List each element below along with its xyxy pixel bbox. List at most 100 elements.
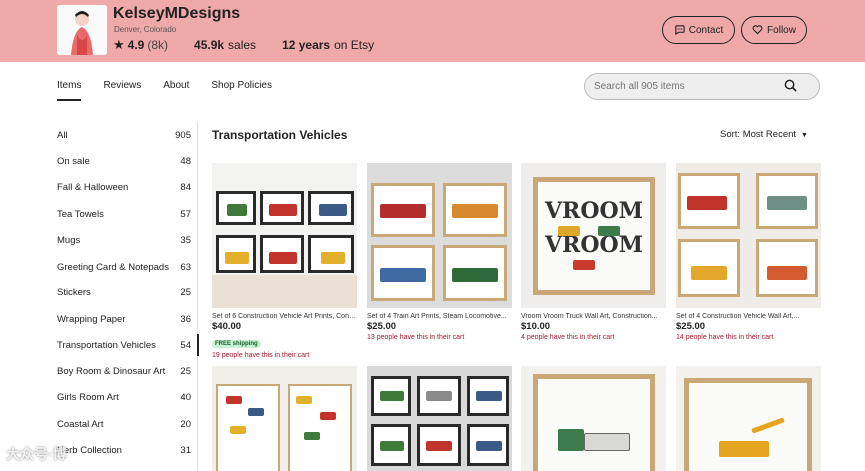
sidebar-item-label: Girls Room Art: [57, 391, 119, 403]
sidebar-item-label: Tea Towels: [57, 208, 104, 220]
sidebar-item-label: Coastal Art: [57, 418, 104, 430]
tab-shop-policies[interactable]: Shop Policies: [211, 80, 272, 101]
sidebar-item-herb-collection[interactable]: Herb Collection 31: [57, 441, 191, 459]
sidebar-item-label: Transportation Vehicles: [57, 339, 156, 351]
listing-card[interactable]: Set of 6 Construction Vehicle Art Prints…: [212, 163, 357, 359]
rating-count[interactable]: (8k): [147, 38, 168, 52]
artwork-text: VROOM: [544, 198, 644, 224]
listing-image[interactable]: VROOM VROOM: [521, 163, 666, 308]
sidebar-item-label: Mugs: [57, 234, 81, 246]
search-icon[interactable]: [784, 79, 797, 95]
cart-count: 13 people have this in their cart: [367, 334, 465, 341]
contact-button[interactable]: Contact: [662, 16, 735, 44]
listing-price: $25.00: [676, 321, 706, 332]
sort-dropdown[interactable]: Sort: Most Recent ▼: [720, 129, 808, 140]
sidebar-item-tea-towels[interactable]: Tea Towels 57: [57, 205, 191, 223]
sidebar-item-count: 20: [180, 418, 191, 430]
shop-name[interactable]: KelseyMDesigns: [113, 5, 240, 23]
shop-stats: ★ 4.9 (8k) 45.9k sales 12 years on Etsy: [113, 37, 374, 53]
listing-price: $40.00: [212, 321, 242, 332]
heart-icon: [752, 24, 763, 37]
listing-price: $25.00: [367, 321, 397, 332]
listing-card[interactable]: VROOM VROOM Vroom Vroom Truck Wall Art, …: [521, 163, 666, 341]
sidebar-item-label: Fall & Halloween: [57, 181, 129, 193]
tab-about[interactable]: About: [163, 80, 189, 101]
cart-count: 19 people have this in their cart: [212, 352, 310, 359]
caret-down-icon: ▼: [801, 132, 808, 139]
listing-card[interactable]: [212, 366, 357, 471]
listing-image[interactable]: [367, 163, 512, 308]
sidebar-item-fall-halloween[interactable]: Fall & Halloween 84: [57, 178, 191, 196]
shop-tabs: Items Reviews About Shop Policies: [57, 80, 294, 101]
sidebar-item-coastal-art[interactable]: Coastal Art 20: [57, 415, 191, 433]
rating-value: 4.9: [127, 38, 145, 52]
sales-label: sales: [228, 38, 257, 52]
listing-image[interactable]: [367, 366, 512, 471]
listing-image[interactable]: [212, 163, 357, 308]
sales-count: 45.9k: [194, 38, 225, 52]
listing-title[interactable]: Set of 4 Construction Vehicle Wall Art,.…: [676, 313, 821, 320]
sidebar-item-boy-room[interactable]: Boy Room & Dinosaur Art 25: [57, 362, 191, 380]
listing-title[interactable]: Vroom Vroom Truck Wall Art, Construction…: [521, 313, 666, 320]
cart-count: 14 people have this in their cart: [676, 334, 774, 341]
shop-header: KelseyMDesigns Denver, Colorado ★ 4.9 (8…: [0, 0, 865, 62]
cart-count: 4 people have this in their cart: [521, 334, 615, 341]
listing-title[interactable]: Set of 4 Train Art Prints, Steam Locomot…: [367, 313, 512, 320]
watermark-text: 大众号·博: [6, 446, 67, 462]
sidebar-item-mugs[interactable]: Mugs 35: [57, 231, 191, 249]
sidebar-item-label: All: [57, 129, 68, 141]
sidebar-item-label: Boy Room & Dinosaur Art: [57, 365, 166, 377]
star-icon: ★: [113, 37, 125, 52]
listing-card[interactable]: Set of 4 Construction Vehicle Wall Art,.…: [676, 163, 821, 341]
search-input[interactable]: [594, 81, 784, 92]
listing-card[interactable]: [521, 366, 666, 471]
listing-image[interactable]: [521, 366, 666, 471]
sidebar-item-count: 54: [180, 339, 191, 351]
section-title: Transportation Vehicles: [212, 128, 348, 142]
sidebar-active-indicator: [197, 334, 199, 356]
sidebar-item-count: 35: [180, 234, 191, 246]
contact-label: Contact: [688, 24, 724, 36]
listing-price: $10.00: [521, 321, 551, 332]
sidebar-item-count: 905: [175, 129, 191, 141]
listing-card[interactable]: [676, 366, 821, 471]
follow-button[interactable]: Follow: [741, 16, 807, 44]
years-label: on Etsy: [334, 38, 375, 52]
free-shipping-badge: FREE shipping: [212, 340, 261, 348]
sidebar-item-count: 63: [180, 261, 191, 273]
years-count: 12 years: [282, 38, 331, 52]
tab-items[interactable]: Items: [57, 80, 82, 101]
sidebar-item-label: Wrapping Paper: [57, 313, 126, 325]
sidebar-item-count: 25: [180, 365, 191, 377]
sidebar-item-label: On sale: [57, 155, 90, 167]
follow-label: Follow: [767, 24, 796, 36]
listing-card[interactable]: Set of 4 Train Art Prints, Steam Locomot…: [367, 163, 512, 341]
sidebar-item-transportation-vehicles[interactable]: Transportation Vehicles 54: [57, 336, 191, 354]
sidebar-item-wrapping-paper[interactable]: Wrapping Paper 36: [57, 310, 191, 328]
search-bar: [584, 73, 820, 100]
sidebar-item-on-sale[interactable]: On sale 48: [57, 152, 191, 170]
sidebar-item-count: 48: [180, 155, 191, 167]
listing-image[interactable]: [676, 366, 821, 471]
listing-card[interactable]: [367, 366, 512, 471]
listing-image[interactable]: [212, 366, 357, 471]
sidebar-item-count: 40: [180, 391, 191, 403]
listing-image[interactable]: [676, 163, 821, 308]
tab-reviews[interactable]: Reviews: [103, 80, 141, 101]
sidebar-item-all[interactable]: All 905: [57, 126, 191, 144]
shop-location: Denver, Colorado: [114, 25, 177, 34]
sidebar-item-count: 84: [180, 181, 191, 193]
message-icon: [674, 24, 685, 37]
sidebar-item-count: 25: [180, 286, 191, 298]
sidebar-item-girls-room[interactable]: Girls Room Art 40: [57, 388, 191, 406]
listing-title[interactable]: Set of 6 Construction Vehicle Art Prints…: [212, 313, 357, 320]
sidebar-item-count: 36: [180, 313, 191, 325]
section-sidebar: All 905 On sale 48 Fall & Halloween 84 Tea …: [57, 122, 199, 471]
sidebar-item-count: 31: [180, 444, 191, 456]
shop-avatar[interactable]: [57, 5, 107, 55]
sidebar-item-stickers[interactable]: Stickers 25: [57, 283, 191, 301]
sort-label: Sort: Most Recent: [720, 129, 797, 140]
sidebar-item-label: Greeting Card & Notepads: [57, 261, 169, 273]
sidebar-item-greeting-cards[interactable]: Greeting Card & Notepads 63: [57, 258, 191, 276]
sidebar-item-label: Stickers: [57, 286, 91, 298]
